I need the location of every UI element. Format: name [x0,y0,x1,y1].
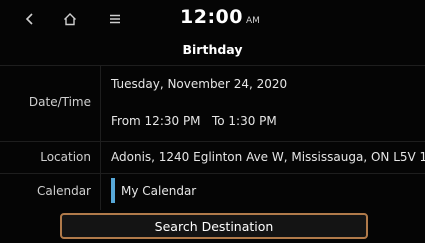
menu-button[interactable] [107,8,123,30]
status-clock: 12:00 AM [180,6,260,28]
event-time-range: From 12:30 PM To 1:30 PM [111,114,277,128]
calendar-label: Calendar [37,184,91,198]
clock-time: 12:00 [180,6,243,28]
datetime-label: Date/Time [28,95,91,109]
event-location: Adonis, 1240 Eglinton Ave W, Mississauga… [111,150,425,164]
calendar-color-bar [111,178,115,203]
divider [0,65,425,66]
column-divider [100,65,101,210]
clock-ampm: AM [245,16,260,26]
calendar-name: My Calendar [121,184,197,198]
home-button[interactable] [60,8,80,30]
search-destination-button[interactable]: Search Destination [60,213,368,239]
location-label: Location [40,150,91,164]
divider [0,173,425,174]
search-destination-label: Search Destination [154,218,274,234]
menu-icon [110,14,120,24]
home-icon [64,13,76,26]
event-date: Tuesday, November 24, 2020 [111,77,288,91]
divider [0,141,425,142]
back-button[interactable] [22,8,38,30]
page-title: Birthday [182,42,243,57]
chevron-left-icon [25,13,33,25]
event-detail-screen: 12:00 AM Birthday Date/Time Tuesday, Nov… [0,0,425,243]
